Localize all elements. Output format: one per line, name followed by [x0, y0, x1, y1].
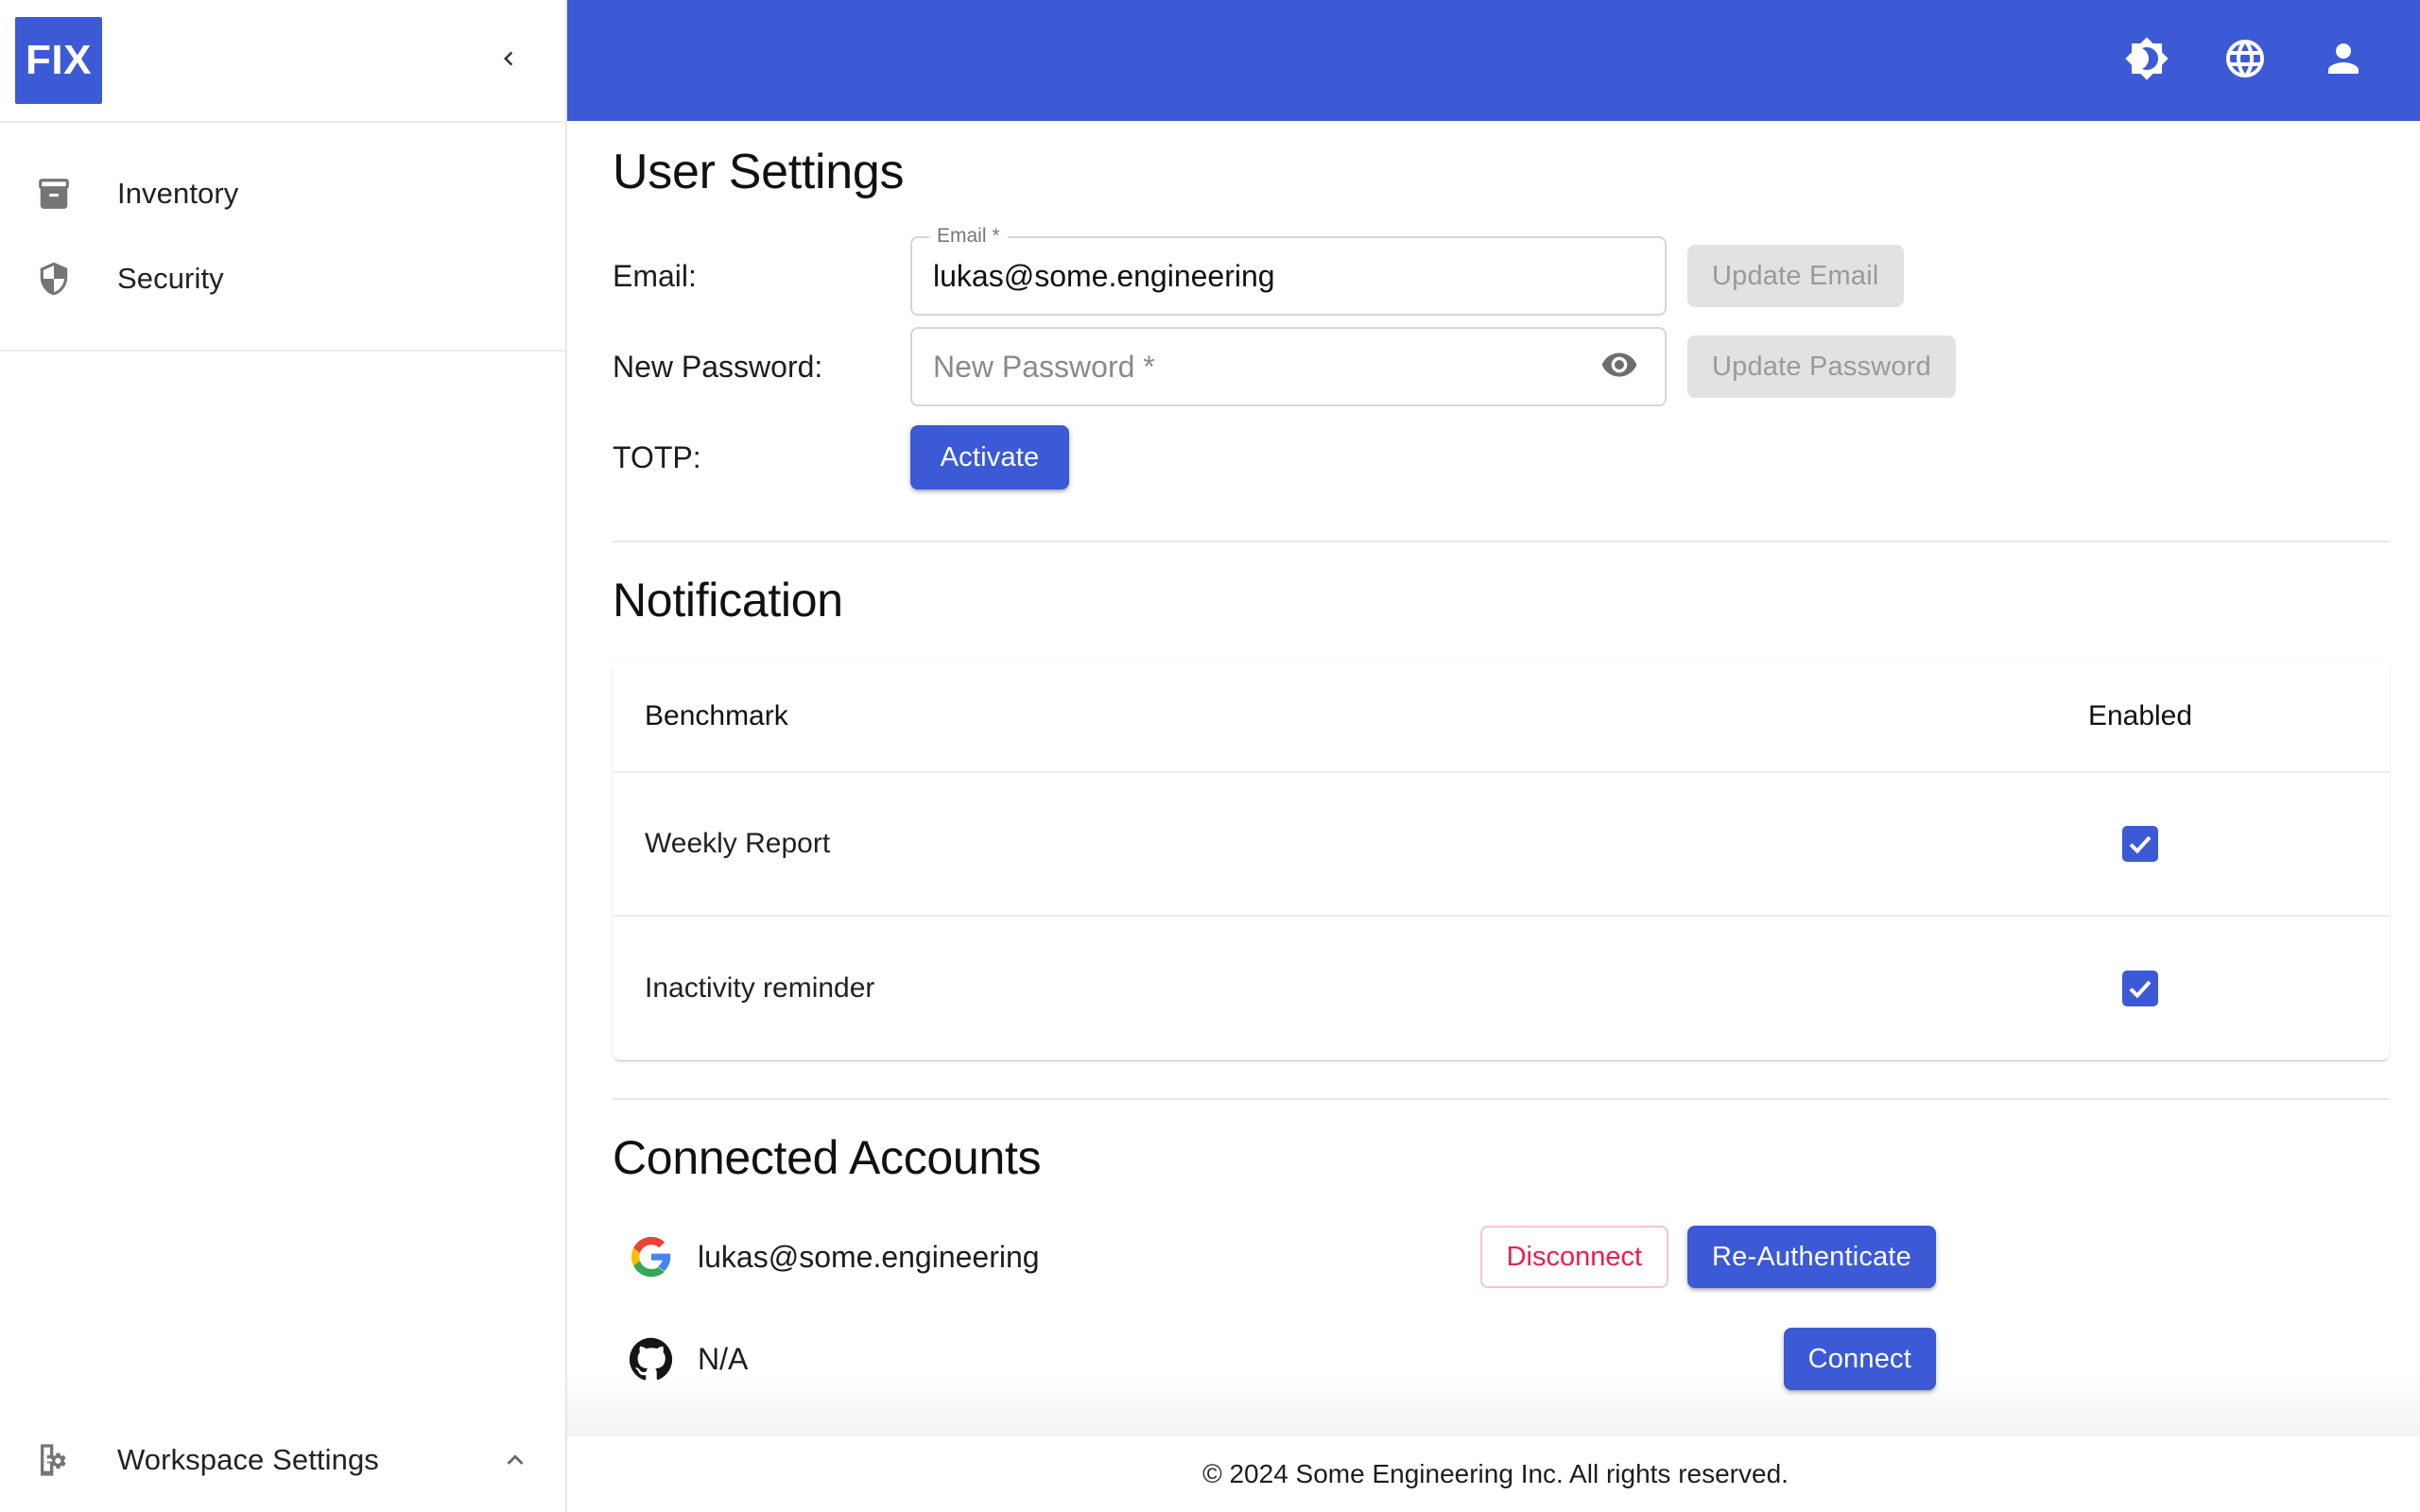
section-divider-notification — [613, 541, 2390, 542]
totp-row-label: TOTP: — [613, 439, 701, 474]
github-icon — [630, 1337, 688, 1381]
totp-action-wrapper: Activate — [910, 425, 1667, 490]
settings-scroll-area[interactable]: User Settings Email: Email * lukas@some.… — [567, 121, 2420, 1436]
password-row: New Password: New Password * Update Pass… — [613, 321, 2390, 412]
table-row: Inactivity reminder — [613, 917, 2390, 1060]
sidebar-item-workspace-settings[interactable]: Workspace Settings — [0, 1408, 565, 1512]
password-field-wrapper: New Password * — [910, 327, 1667, 406]
page-title: User Settings — [613, 145, 905, 199]
sidebar-bottom-label: Workspace Settings — [117, 1443, 379, 1476]
github-account-actions: Connect — [1783, 1328, 2390, 1390]
weekly-report-checkbox[interactable] — [2122, 826, 2158, 862]
account-button[interactable] — [2312, 29, 2375, 92]
inactivity-reminder-checkbox[interactable] — [2122, 971, 2158, 1006]
account-name: lukas@some.engineering — [698, 1239, 1040, 1274]
sidebar-item-inventory[interactable]: Inventory — [0, 151, 565, 236]
app-root: FIX Inventory Security Workspace Setting… — [0, 0, 2420, 1512]
enabled-cell — [1923, 826, 2358, 862]
update-password-button[interactable]: Update Password — [1687, 335, 1956, 398]
google-icon — [630, 1235, 688, 1279]
inventory-icon — [36, 176, 91, 212]
sidebar-header: FIX — [0, 0, 565, 121]
sidebar-item-label: Security — [117, 262, 224, 295]
connected-account-row-google: lukas@some.engineering Disconnect Re-Aut… — [613, 1206, 2390, 1308]
password-row-label: New Password: — [613, 349, 823, 384]
accounts-spacer — [613, 1185, 2390, 1206]
password-field[interactable]: New Password * — [910, 327, 1667, 406]
notification-title: Notification — [613, 574, 843, 627]
account-person-icon — [2321, 36, 2366, 86]
totp-row: TOTP: Activate — [613, 412, 2390, 503]
footer: © 2024 Some Engineering Inc. All rights … — [567, 1436, 2420, 1512]
sidebar-nav: Inventory Security — [0, 123, 565, 352]
update-email-button[interactable]: Update Email — [1687, 245, 1904, 307]
main-column: User Settings Email: Email * lukas@some.… — [567, 0, 2420, 1512]
activate-totp-button[interactable]: Activate — [910, 425, 1069, 490]
email-input[interactable]: lukas@some.engineering — [933, 259, 1275, 294]
account-name: N/A — [698, 1341, 749, 1376]
app-logo[interactable]: FIX — [15, 17, 102, 104]
language-button[interactable] — [2214, 29, 2276, 92]
email-field-legend: Email * — [929, 226, 1008, 246]
connected-account-row-github: N/A Connect — [613, 1308, 2390, 1410]
email-row: Email: Email * lukas@some.engineering Up… — [613, 226, 2390, 321]
top-app-bar — [567, 0, 2420, 121]
column-header-enabled: Enabled — [2087, 700, 2193, 731]
workspace-settings-icon — [36, 1441, 91, 1479]
notification-table: Benchmark Enabled Weekly Report Inactivi… — [613, 662, 2390, 1060]
eye-icon — [1600, 346, 1638, 388]
dark-mode-icon — [2124, 36, 2169, 86]
email-field-wrapper: Email * lukas@some.engineering — [910, 226, 1667, 316]
table-row: Weekly Report — [613, 773, 2390, 917]
connected-accounts-title: Connected Accounts — [613, 1131, 1042, 1184]
disconnect-google-button[interactable]: Disconnect — [1479, 1226, 1669, 1288]
copyright-text: © 2024 Some Engineering Inc. All rights … — [1202, 1459, 1789, 1488]
sidebar-item-security[interactable]: Security — [0, 236, 565, 321]
benchmark-name: Inactivity reminder — [645, 972, 875, 1004]
column-header-benchmark: Benchmark — [645, 700, 788, 731]
reauthenticate-google-button[interactable]: Re-Authenticate — [1687, 1226, 1936, 1288]
table-header-row: Benchmark Enabled — [613, 662, 2390, 773]
chevron-up-icon — [499, 1444, 531, 1476]
section-divider-accounts — [613, 1098, 2390, 1100]
language-globe-icon — [2222, 36, 2268, 86]
email-field[interactable]: Email * lukas@some.engineering — [910, 226, 1667, 316]
sidebar: FIX Inventory Security Workspace Setting… — [0, 0, 567, 1512]
google-account-actions: Disconnect Re-Authenticate — [1479, 1226, 2390, 1288]
benchmark-name: Weekly Report — [645, 828, 831, 859]
settings-content: User Settings Email: Email * lukas@some.… — [567, 121, 2420, 1410]
connect-github-button[interactable]: Connect — [1783, 1328, 1936, 1390]
toggle-password-visibility-button[interactable] — [1595, 342, 1644, 391]
sidebar-item-label: Inventory — [117, 177, 239, 210]
enabled-cell — [1923, 971, 2358, 1006]
password-input[interactable]: New Password * — [933, 350, 1155, 385]
sidebar-collapse-button[interactable] — [480, 32, 537, 89]
email-row-label: Email: — [613, 258, 697, 293]
user-settings-form: Email: Email * lukas@some.engineering Up… — [613, 226, 2390, 503]
chevron-left-icon — [494, 44, 523, 77]
shield-icon — [36, 261, 91, 297]
dark-mode-toggle-button[interactable] — [2116, 29, 2178, 92]
